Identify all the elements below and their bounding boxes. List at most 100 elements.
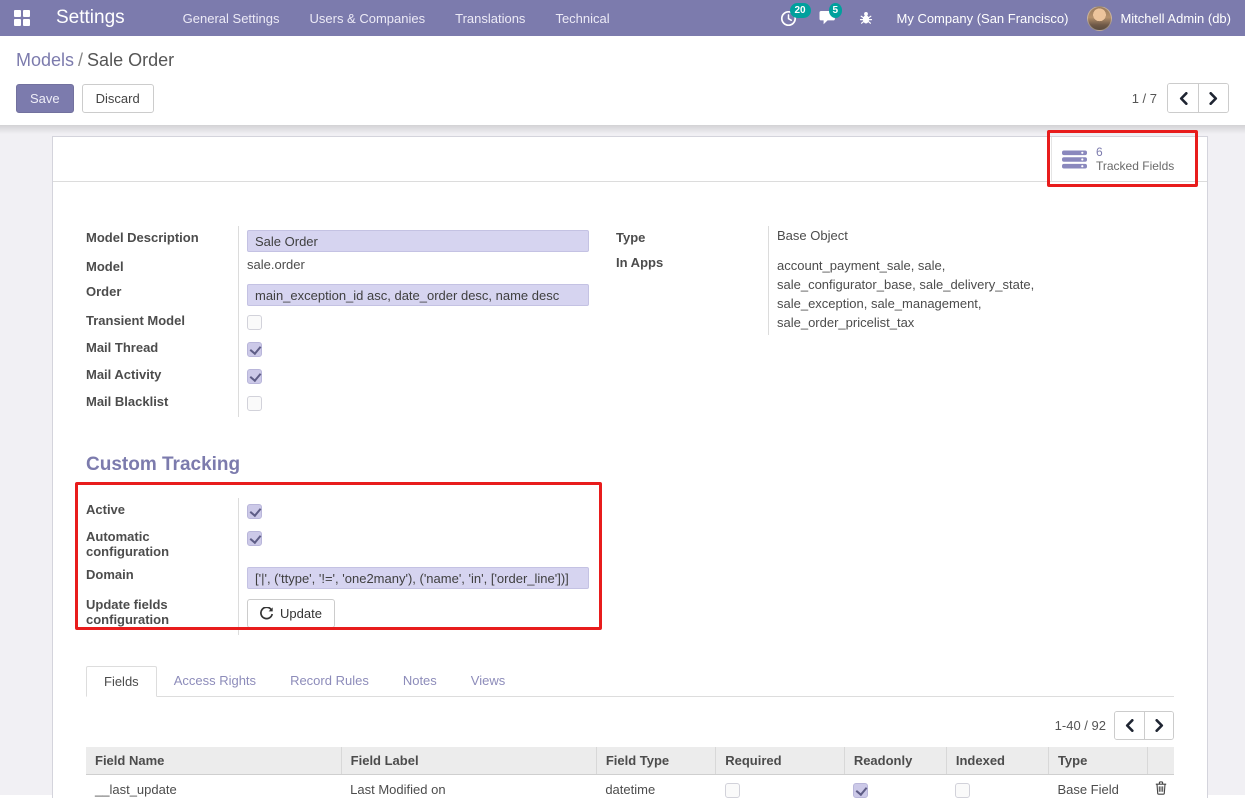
nav-item-translations[interactable]: Translations bbox=[455, 11, 525, 26]
model-value: sale.order bbox=[238, 255, 586, 280]
cell-field-name: __last_update bbox=[86, 775, 341, 798]
fields-list-pager-next[interactable] bbox=[1144, 712, 1173, 739]
model-description-input[interactable] bbox=[247, 230, 589, 252]
pager-previous-button[interactable] bbox=[1168, 84, 1198, 112]
form-grid: Model Description Model sale.order Order… bbox=[86, 226, 1174, 417]
app-title[interactable]: Settings bbox=[56, 7, 125, 29]
in-apps-value: account_payment_sale, sale, sale_configu… bbox=[777, 254, 1082, 332]
nav-item-general-settings[interactable]: General Settings bbox=[183, 11, 280, 26]
col-header-type[interactable]: Type bbox=[1048, 747, 1147, 775]
field-row-in-apps: In Apps account_payment_sale, sale, sale… bbox=[616, 251, 1172, 335]
automatic-configuration-label: Automatic configuration bbox=[86, 525, 238, 563]
fields-list-pager-value: 1-40 / 92 bbox=[1055, 718, 1106, 733]
apps-grid-icon[interactable] bbox=[14, 10, 30, 26]
mail-activity-checkbox[interactable] bbox=[247, 369, 262, 384]
custom-tracking-group: Active Automatic configuration Domain Up… bbox=[86, 498, 586, 635]
breadcrumb-models-link[interactable]: Models bbox=[16, 50, 74, 70]
debug-menu[interactable] bbox=[858, 9, 878, 27]
in-apps-label: In Apps bbox=[616, 251, 768, 335]
save-button[interactable]: Save bbox=[16, 84, 74, 113]
update-button-label: Update bbox=[280, 606, 322, 621]
model-description-label: Model Description bbox=[86, 226, 238, 255]
nav-item-technical[interactable]: Technical bbox=[555, 11, 609, 26]
table-row-last-update[interactable]: __last_update Last Modified on datetime … bbox=[86, 775, 1174, 798]
active-checkbox[interactable] bbox=[247, 504, 262, 519]
bug-icon bbox=[858, 10, 874, 26]
transient-model-label: Transient Model bbox=[86, 309, 238, 336]
list-stack-icon bbox=[1062, 150, 1087, 169]
chevron-right-icon bbox=[1209, 92, 1218, 105]
company-switcher[interactable]: My Company (San Francisco) bbox=[897, 11, 1069, 26]
col-header-required[interactable]: Required bbox=[716, 747, 845, 775]
tab-record-rules[interactable]: Record Rules bbox=[273, 666, 386, 697]
activity-menu[interactable]: 20 bbox=[780, 9, 800, 27]
top-navbar: Settings General Settings Users & Compan… bbox=[0, 0, 1245, 36]
user-menu[interactable]: Mitchell Admin (db) bbox=[1087, 6, 1231, 31]
transient-model-checkbox[interactable] bbox=[247, 315, 262, 330]
tab-access-rights[interactable]: Access Rights bbox=[157, 666, 273, 697]
field-row-mail-blacklist: Mail Blacklist bbox=[86, 390, 586, 417]
domain-label: Domain bbox=[86, 563, 238, 593]
messages-menu[interactable]: 5 bbox=[819, 9, 839, 27]
mail-blacklist-checkbox[interactable] bbox=[247, 396, 262, 411]
col-header-field-name[interactable]: Field Name bbox=[86, 747, 341, 775]
order-label: Order bbox=[86, 280, 238, 309]
automatic-configuration-checkbox[interactable] bbox=[247, 531, 262, 546]
fields-list-pager-previous[interactable] bbox=[1115, 712, 1144, 739]
field-row-automatic-configuration: Automatic configuration bbox=[86, 525, 586, 563]
col-header-field-type[interactable]: Field Type bbox=[596, 747, 715, 775]
tracked-fields-count: 6 bbox=[1096, 145, 1174, 159]
tab-views[interactable]: Views bbox=[454, 666, 522, 697]
field-row-model-description: Model Description bbox=[86, 226, 586, 255]
control-panel: Models/Sale Order Save Discard 1 / 7 bbox=[0, 36, 1245, 125]
col-header-readonly[interactable]: Readonly bbox=[844, 747, 946, 775]
pager-next-button[interactable] bbox=[1198, 84, 1228, 112]
field-row-mail-activity: Mail Activity bbox=[86, 363, 586, 390]
breadcrumb-separator: / bbox=[78, 50, 83, 70]
fields-table: Field Name Field Label Field Type Requir… bbox=[86, 747, 1174, 798]
col-header-field-label[interactable]: Field Label bbox=[341, 747, 596, 775]
cell-type: Base Field bbox=[1048, 775, 1147, 798]
col-header-actions bbox=[1147, 747, 1174, 775]
fields-table-header-row: Field Name Field Label Field Type Requir… bbox=[86, 747, 1174, 775]
tracked-fields-label: Tracked Fields bbox=[1096, 159, 1174, 173]
type-label: Type bbox=[616, 226, 768, 251]
breadcrumb-current: Sale Order bbox=[87, 50, 174, 70]
activity-count-badge: 20 bbox=[790, 3, 811, 18]
update-fields-label: Update fields configuration bbox=[86, 593, 238, 635]
indexed-checkbox[interactable] bbox=[955, 783, 970, 798]
message-count-badge: 5 bbox=[829, 3, 843, 18]
mail-blacklist-label: Mail Blacklist bbox=[86, 390, 238, 417]
order-input[interactable] bbox=[247, 284, 589, 306]
breadcrumb: Models/Sale Order bbox=[16, 50, 1229, 71]
model-label: Model bbox=[86, 255, 238, 280]
field-row-type: Type Base Object bbox=[616, 226, 1172, 251]
mail-thread-checkbox[interactable] bbox=[247, 342, 262, 357]
col-header-indexed[interactable]: Indexed bbox=[946, 747, 1048, 775]
button-box: 6 Tracked Fields bbox=[53, 137, 1207, 182]
cell-field-label: Last Modified on bbox=[341, 775, 596, 798]
tab-notes[interactable]: Notes bbox=[386, 666, 454, 697]
chevron-left-icon bbox=[1125, 719, 1134, 732]
tracked-fields-stat-button[interactable]: 6 Tracked Fields bbox=[1051, 137, 1207, 181]
tab-fields[interactable]: Fields bbox=[86, 666, 157, 697]
chevron-left-icon bbox=[1179, 92, 1188, 105]
user-avatar bbox=[1087, 6, 1112, 31]
chevron-right-icon bbox=[1155, 719, 1164, 732]
domain-input[interactable] bbox=[247, 567, 589, 589]
custom-tracking-title: Custom Tracking bbox=[86, 454, 1174, 476]
readonly-checkbox[interactable] bbox=[853, 783, 868, 798]
required-checkbox[interactable] bbox=[725, 783, 740, 798]
update-button[interactable]: Update bbox=[247, 599, 335, 628]
nav-item-users-companies[interactable]: Users & Companies bbox=[310, 11, 426, 26]
field-row-model: Model sale.order bbox=[86, 255, 586, 280]
field-row-active: Active bbox=[86, 498, 586, 525]
discard-button[interactable]: Discard bbox=[82, 84, 154, 113]
refresh-icon bbox=[260, 607, 273, 620]
delete-row-button[interactable] bbox=[1155, 781, 1167, 798]
notebook-tabs: Fields Access Rights Record Rules Notes … bbox=[86, 665, 1174, 697]
mail-thread-label: Mail Thread bbox=[86, 336, 238, 363]
mail-activity-label: Mail Activity bbox=[86, 363, 238, 390]
trash-icon bbox=[1155, 781, 1167, 795]
cell-field-type: datetime bbox=[596, 775, 715, 798]
